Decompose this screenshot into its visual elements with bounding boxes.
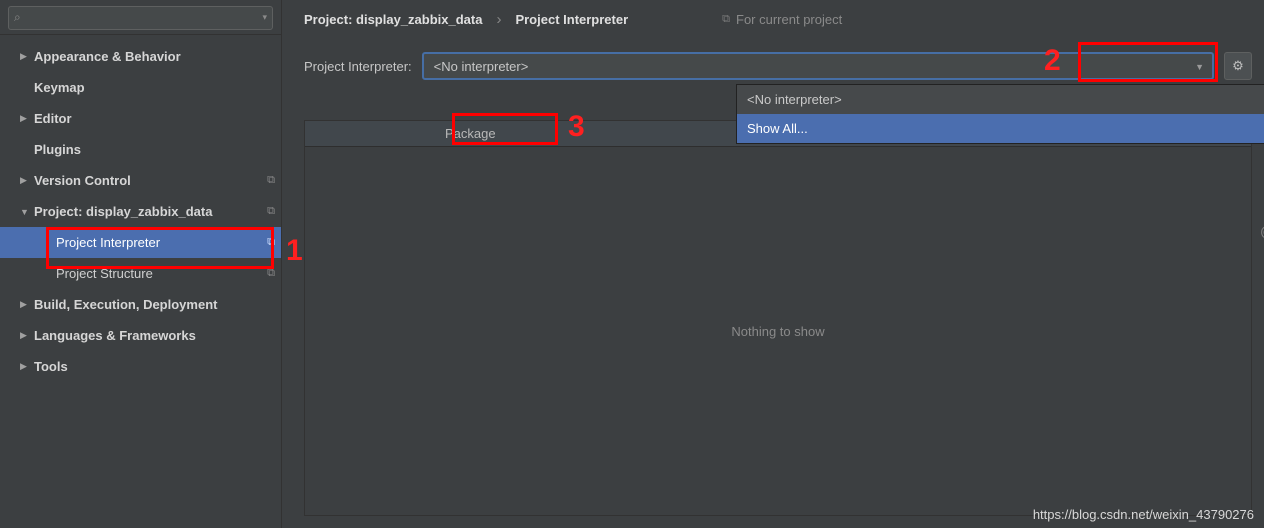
sidebar-item-project[interactable]: ▼ Project: display_zabbix_data ⧉ [0, 196, 281, 227]
sidebar-item-label: Keymap [34, 80, 275, 95]
sidebar-item-label: Project: display_zabbix_data [34, 204, 263, 219]
sidebar-item-label: Project Interpreter [56, 235, 263, 250]
expand-arrow-icon: ▶ [20, 175, 34, 186]
expand-arrow-icon: ▶ [20, 113, 34, 124]
settings-sidebar: ⌕ ▾ ▶ Appearance & Behavior ▶ Keymap ▶ E… [0, 0, 282, 528]
search-input[interactable] [8, 6, 273, 30]
sidebar-item-label: Build, Execution, Deployment [34, 297, 275, 312]
main-panel: Project: display_zabbix_data › Project I… [282, 0, 1264, 528]
sidebar-item-keymap[interactable]: ▶ Keymap [0, 72, 281, 103]
breadcrumb-separator-icon: › [496, 11, 501, 28]
package-header-col: Package [305, 126, 496, 141]
package-table-body: Nothing to show [305, 147, 1251, 515]
scope-icon: ⧉ [267, 174, 275, 187]
sidebar-item-plugins[interactable]: ▶ Plugins [0, 134, 281, 165]
breadcrumb-leaf: Project Interpreter [515, 12, 628, 27]
expand-arrow-icon: ▶ [20, 330, 34, 341]
interpreter-row: Project Interpreter: <No interpreter> ▼ … [282, 38, 1264, 86]
show-early-releases-icon[interactable]: ◉ [1260, 221, 1264, 242]
interpreter-dropdown: <No interpreter> Show All... [736, 84, 1264, 144]
scope-icon: ⧉ [267, 267, 275, 280]
sidebar-item-project-structure[interactable]: Project Structure ⧉ [0, 258, 281, 289]
sidebar-item-label: Plugins [34, 142, 275, 157]
sidebar-item-tools[interactable]: ▶ Tools [0, 351, 281, 382]
search-row: ⌕ ▾ [0, 0, 281, 35]
breadcrumb-root[interactable]: Project: display_zabbix_data [304, 12, 482, 27]
dropdown-item-label: Show All... [747, 121, 808, 136]
empty-state-text: Nothing to show [731, 324, 824, 339]
scope-icon: ⧉ [267, 205, 275, 218]
sidebar-item-build[interactable]: ▶ Build, Execution, Deployment [0, 289, 281, 320]
expand-arrow-icon: ▶ [20, 51, 34, 62]
watermark-text: https://blog.csdn.net/weixin_43790276 [1033, 507, 1254, 522]
sidebar-item-label: Tools [34, 359, 275, 374]
dropdown-item-label: <No interpreter> [747, 92, 842, 107]
sidebar-item-version-control[interactable]: ▶ Version Control ⧉ [0, 165, 281, 196]
gear-icon: ⚙ [1232, 58, 1244, 74]
sidebar-item-label: Version Control [34, 173, 263, 188]
scope-icon: ⧉ [267, 236, 275, 249]
sidebar-item-label: Editor [34, 111, 275, 126]
interpreter-option-none[interactable]: <No interpreter> [737, 85, 1264, 114]
expand-arrow-icon: ▶ [20, 361, 34, 372]
interpreter-label: Project Interpreter: [304, 59, 412, 74]
package-table: Package Nothing to show ＋ − ▲ ◉ [304, 120, 1252, 516]
sidebar-item-appearance[interactable]: ▶ Appearance & Behavior [0, 41, 281, 72]
sidebar-item-project-interpreter[interactable]: Project Interpreter ⧉ [0, 227, 281, 258]
sidebar-item-label: Languages & Frameworks [34, 328, 275, 343]
interpreter-selected-value: <No interpreter> [434, 59, 529, 74]
interpreter-option-show-all[interactable]: Show All... [737, 114, 1264, 143]
settings-tree: ▶ Appearance & Behavior ▶ Keymap ▶ Edito… [0, 35, 281, 528]
breadcrumb: Project: display_zabbix_data › Project I… [282, 0, 1264, 38]
sidebar-item-label: Project Structure [56, 266, 263, 281]
interpreter-select[interactable]: <No interpreter> ▼ [422, 52, 1214, 80]
package-toolbar: ＋ − ▲ ◉ [1251, 120, 1264, 516]
scope-hint-label: For current project [736, 12, 842, 27]
sidebar-item-languages[interactable]: ▶ Languages & Frameworks [0, 320, 281, 351]
sidebar-item-label: Appearance & Behavior [34, 49, 275, 64]
sidebar-item-editor[interactable]: ▶ Editor [0, 103, 281, 134]
collapse-arrow-icon: ▼ [20, 207, 34, 217]
scope-icon: ⧉ [722, 13, 730, 26]
scope-hint: ⧉ For current project [722, 12, 842, 27]
expand-arrow-icon: ▶ [20, 299, 34, 310]
interpreter-settings-button[interactable]: ⚙ [1224, 52, 1252, 80]
chevron-down-icon: ▼ [1195, 62, 1204, 72]
